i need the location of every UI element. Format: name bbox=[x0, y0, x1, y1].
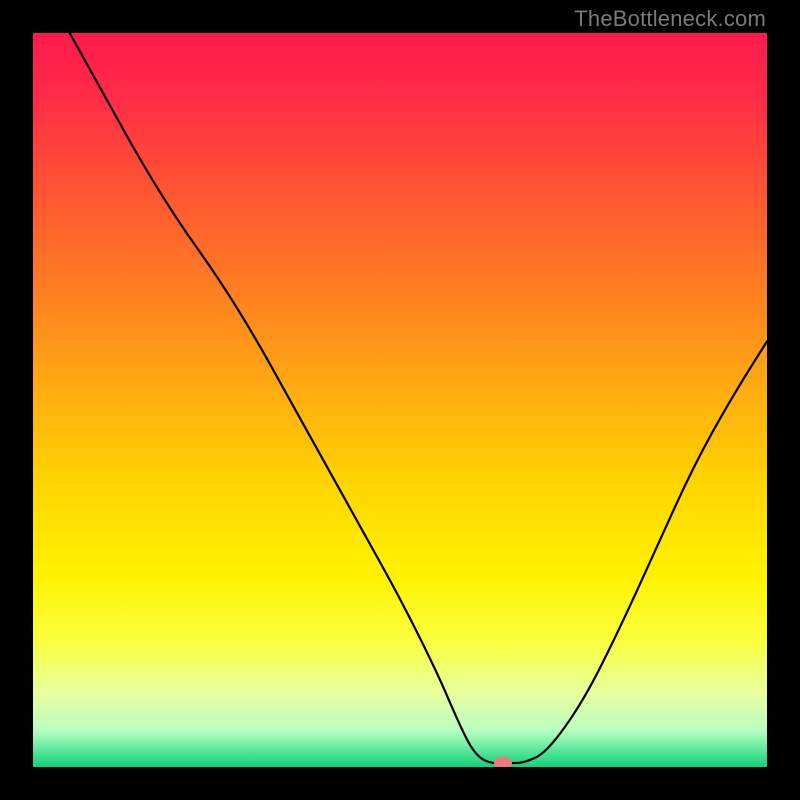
watermark-label: TheBottleneck.com bbox=[574, 6, 766, 32]
gradient-background bbox=[33, 33, 767, 767]
plot-area bbox=[33, 33, 767, 767]
chart-container: TheBottleneck.com bbox=[0, 0, 800, 800]
